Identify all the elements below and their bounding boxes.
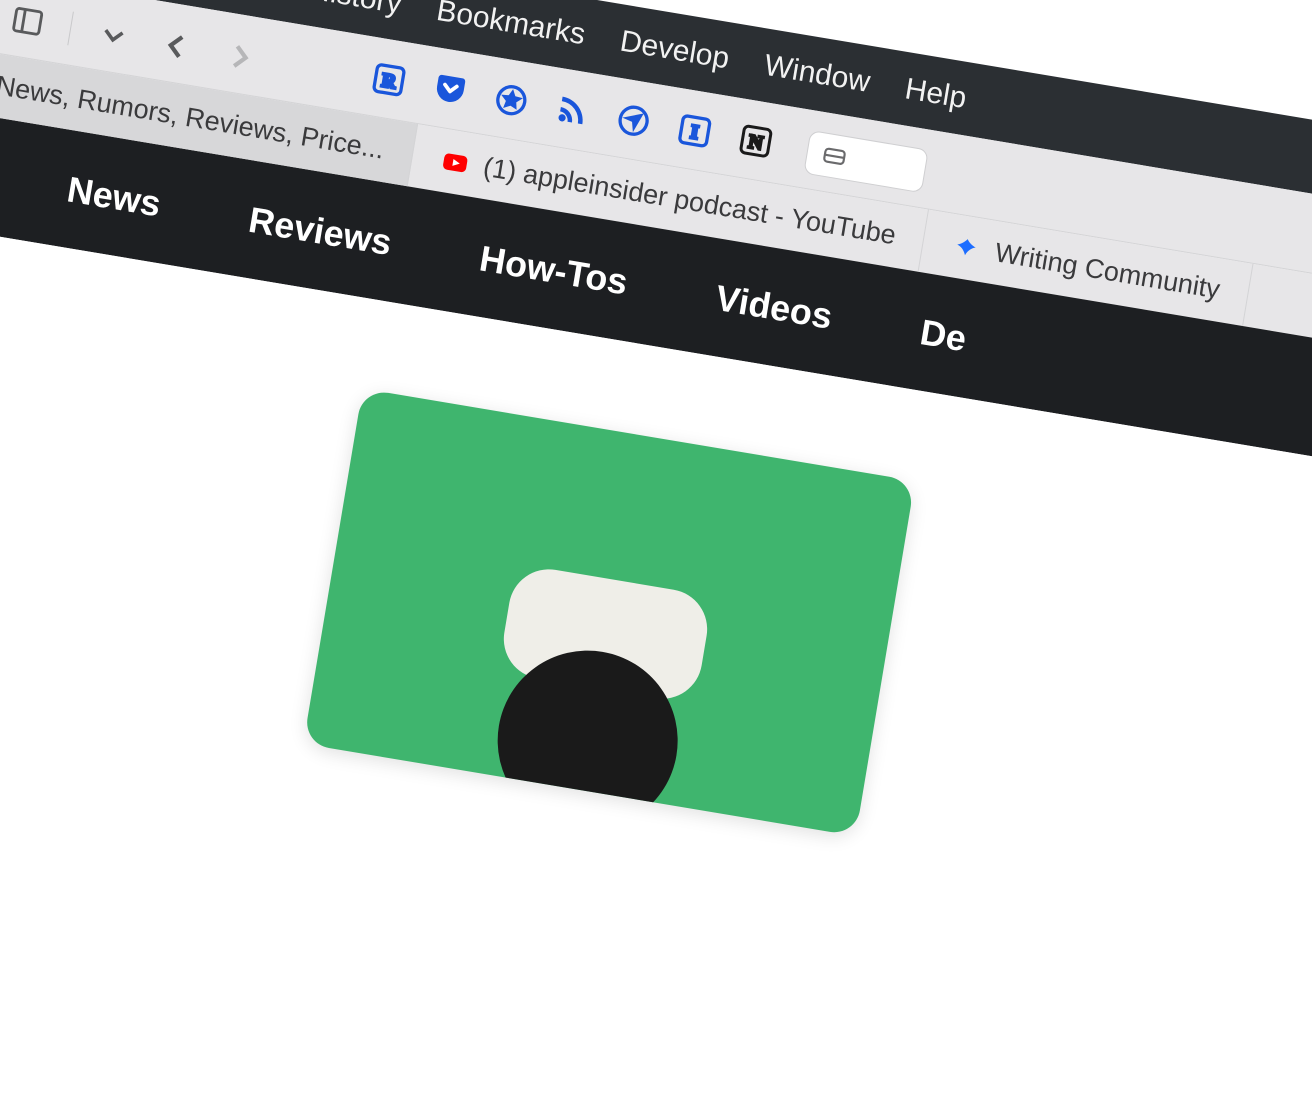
menubar-item-develop[interactable]: Develop	[618, 24, 732, 76]
instapaper-icon[interactable]: I	[673, 110, 715, 156]
hero-card[interactable]	[303, 389, 915, 836]
back-button[interactable]	[153, 23, 199, 69]
youtube-favicon-icon	[438, 145, 473, 180]
menubar-item-bookmarks[interactable]: Bookmarks	[434, 0, 588, 52]
menubar-item-window[interactable]: Window	[762, 48, 873, 99]
svg-text:I: I	[689, 121, 700, 143]
toolbar-divider	[67, 12, 74, 46]
captain-icon[interactable]	[490, 79, 532, 125]
pocket-icon[interactable]	[429, 69, 471, 115]
r-reader-icon[interactable]: R	[368, 59, 410, 105]
nav-videos[interactable]: Videos	[713, 277, 836, 338]
rss-icon[interactable]	[551, 89, 593, 135]
address-bar[interactable]	[803, 130, 929, 193]
location-icon[interactable]	[612, 99, 654, 145]
nav-howtos[interactable]: How-Tos	[477, 237, 631, 303]
forward-button[interactable]	[218, 34, 264, 80]
notion-icon[interactable]: N	[734, 120, 776, 166]
bluesky-favicon-icon	[949, 231, 984, 266]
svg-text:N: N	[747, 131, 764, 154]
chevron-down-icon[interactable]	[94, 16, 133, 55]
svg-text:R: R	[380, 70, 398, 93]
sidebar-toggle-icon[interactable]	[8, 2, 47, 41]
menubar-item-history[interactable]: History	[307, 0, 405, 21]
nav-reviews[interactable]: Reviews	[246, 198, 395, 263]
nav-deals-partial[interactable]: De	[917, 311, 969, 360]
nav-news[interactable]: News	[64, 168, 164, 225]
menubar-item-help[interactable]: Help	[902, 72, 968, 116]
